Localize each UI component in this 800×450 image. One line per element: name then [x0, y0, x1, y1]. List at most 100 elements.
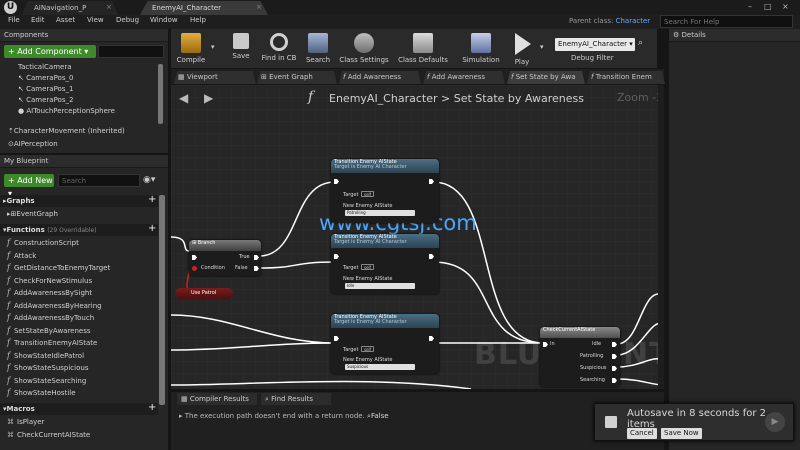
false-exec-pin[interactable] — [254, 266, 259, 271]
menu-file[interactable]: File — [8, 16, 20, 24]
tab-viewport[interactable]: ▦ Viewport — [174, 71, 256, 84]
exec-out-pin[interactable] — [429, 254, 434, 259]
event-graph-item[interactable]: ▸⊞EventGraph — [2, 208, 58, 221]
tree-item[interactable]: ⊙AIPerception — [8, 139, 158, 150]
eye-icon[interactable]: ◉▾ — [143, 175, 155, 185]
functions-section[interactable]: ▾Functions (29 Overridable) — [0, 224, 158, 236]
blueprint-graph[interactable]: ◀ ▶ f EnemyAI_Character > Set State by A… — [171, 85, 664, 389]
self-box[interactable]: self — [361, 191, 375, 197]
function-item[interactable]: f AddAwarenessByTouch — [2, 312, 157, 325]
components-search-input[interactable] — [98, 45, 164, 58]
transition-node-2[interactable]: Transition Enemy AIState Target is Enemy … — [331, 234, 439, 294]
save-button[interactable]: Save — [227, 29, 255, 68]
save-now-button[interactable]: Save Now — [661, 428, 702, 439]
blueprint-scrollbar[interactable] — [159, 195, 165, 405]
macro-item[interactable]: ⌘ IsPlayer — [2, 416, 157, 429]
tab-event-graph[interactable]: ⊞ Event Graph — [257, 71, 337, 84]
searching-exec-pin[interactable] — [612, 378, 617, 383]
compile-button[interactable]: Compile — [173, 29, 209, 68]
menu-edit[interactable]: Edit — [31, 16, 45, 24]
exec-in-pin[interactable] — [192, 255, 197, 260]
state-dropdown[interactable]: Idle — [345, 283, 415, 289]
tree-item[interactable]: TacticalCamera — [18, 62, 148, 73]
add-function-icon[interactable]: + — [148, 223, 156, 234]
function-item[interactable]: f TransitionEnemyAIState — [2, 337, 157, 350]
add-component-button[interactable]: + Add Component ▾ — [4, 45, 96, 58]
class-settings-button[interactable]: Class Settings — [337, 29, 391, 68]
cancel-button[interactable]: Cancel — [627, 428, 657, 439]
transition-node-1[interactable]: Transition Enemy AIState Target is Enemy … — [331, 159, 439, 223]
self-box[interactable]: self — [361, 264, 375, 270]
tab-transition-enemy[interactable]: f Transition Enem — [587, 71, 665, 84]
find-in-cb-button[interactable]: Find in CB — [259, 29, 299, 68]
condition-pin[interactable] — [192, 266, 197, 271]
breadcrumb-root[interactable]: EnemyAI_Character — [329, 92, 438, 105]
close-tab-icon[interactable]: × — [256, 3, 262, 11]
state-dropdown[interactable]: Patrolling — [345, 210, 415, 216]
debug-object-select[interactable]: EnemyAI_Character ▾ — [555, 38, 635, 51]
exec-in-pin[interactable] — [334, 336, 339, 341]
function-item[interactable]: f AddAwarenessBySight — [2, 287, 157, 300]
transition-node-3[interactable]: Transition Enemy AIState Target is Enemy … — [331, 314, 439, 374]
function-item[interactable]: f ShowStateHostile — [2, 387, 157, 400]
menu-asset[interactable]: Asset — [56, 16, 75, 24]
self-box[interactable]: self — [361, 346, 375, 352]
close-window-icon[interactable]: × — [782, 2, 789, 11]
branch-node[interactable]: ⊞ Branch True Condition False — [189, 240, 261, 276]
add-graph-icon[interactable]: + — [148, 194, 156, 205]
tab-find-results[interactable]: ⌕ Find Results — [261, 393, 331, 405]
add-macro-icon[interactable]: + — [148, 402, 156, 413]
macro-item[interactable]: ⌘ CheckCurrentAIState — [2, 429, 157, 442]
menu-debug[interactable]: Debug — [116, 16, 139, 24]
graphs-section[interactable]: ▸Graphs — [0, 195, 158, 207]
tab-compiler-results[interactable]: ▦ Compiler Results — [177, 393, 257, 405]
blueprint-search-input[interactable]: Search — [58, 174, 140, 187]
menu-help[interactable]: Help — [190, 16, 206, 24]
check-current-ai-state-node[interactable]: CheckCurrentAIState In Idle Patrolling S… — [540, 327, 620, 387]
class-defaults-button[interactable]: Class Defaults — [395, 29, 451, 68]
function-item[interactable]: f ShowStateSearching — [2, 375, 157, 388]
true-exec-pin[interactable] — [254, 255, 259, 260]
tab-add-awareness-1[interactable]: f Add Awareness — [339, 71, 421, 84]
exec-out-pin[interactable] — [429, 336, 434, 341]
state-dropdown[interactable]: Suspicious — [345, 364, 415, 370]
window-tab-ainavigation[interactable]: AINavigation_P — [22, 1, 118, 15]
play-options-chevron-icon[interactable]: ▾ — [540, 43, 544, 51]
search-button[interactable]: Search — [303, 29, 333, 68]
patrolling-exec-pin[interactable] — [612, 354, 617, 359]
tab-add-awareness-2[interactable]: f Add Awareness — [423, 71, 505, 84]
menu-view[interactable]: View — [87, 16, 104, 24]
false-link[interactable]: ⌕False — [367, 412, 389, 420]
suspicious-exec-pin[interactable] — [612, 366, 617, 371]
simulation-button[interactable]: Simulation — [459, 29, 503, 68]
tree-item[interactable]: ⇡CharacterMovement (Inherited) — [8, 126, 158, 137]
tree-item[interactable]: ↖ CameraPos_1 — [18, 84, 148, 95]
function-item[interactable]: f SetStateByAwareness — [2, 325, 157, 338]
play-button[interactable]: Play — [507, 29, 537, 68]
function-item[interactable]: f AddAwarenessByHearing — [2, 300, 157, 313]
exec-in-pin[interactable] — [334, 179, 339, 184]
function-item[interactable]: f GetDistanceToEnemyTarget — [2, 262, 157, 275]
tab-set-state-by-awareness[interactable]: f Set State by Awa — [507, 71, 585, 84]
tree-item[interactable]: ● AITouchPerceptionSphere — [18, 106, 148, 117]
play-overlay-icon[interactable]: ▶ — [765, 412, 785, 432]
add-new-button[interactable]: + Add New ▾ — [4, 174, 54, 198]
back-arrow-icon[interactable]: ◀ — [179, 91, 188, 105]
debug-search-icon[interactable]: ⌕ — [638, 38, 643, 48]
idle-exec-pin[interactable] — [612, 342, 617, 347]
menu-window[interactable]: Window — [150, 16, 178, 24]
forward-arrow-icon[interactable]: ▶ — [204, 91, 213, 105]
parent-class-link[interactable]: Character — [616, 17, 651, 25]
macros-section[interactable]: ▾Macros — [0, 403, 158, 415]
maximize-icon[interactable]: □ — [764, 2, 772, 11]
components-scrollbar[interactable] — [158, 64, 163, 124]
function-item[interactable]: f Attack — [2, 250, 157, 263]
window-tab-enemyai[interactable]: EnemyAI_Character — [140, 1, 268, 15]
minimize-icon[interactable]: – — [748, 2, 752, 11]
compile-options-chevron-icon[interactable]: ▾ — [211, 43, 215, 51]
tree-item[interactable]: ↖ CameraPos_2 — [18, 95, 148, 106]
tree-item[interactable]: ↖ CameraPos_0 — [18, 73, 148, 84]
function-item[interactable]: f CheckForNewStimulus — [2, 275, 157, 288]
close-tab-icon[interactable]: × — [106, 3, 112, 11]
exec-in-pin[interactable] — [543, 342, 548, 347]
